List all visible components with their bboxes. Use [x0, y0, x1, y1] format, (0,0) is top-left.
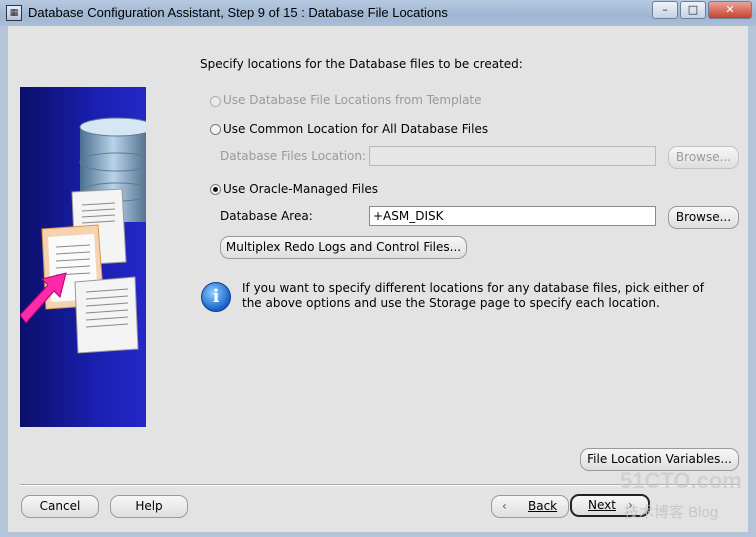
- radio-oracle-managed-files[interactable]: [210, 184, 221, 195]
- option-oracle-managed-files-label: Use Oracle-Managed Files: [223, 182, 379, 196]
- database-documents-image: [20, 117, 146, 354]
- option-common-location-label: Use Common Location for All Database Fil…: [223, 122, 489, 136]
- info-icon: i: [201, 282, 231, 312]
- browse-files-location-button[interactable]: Browse...: [668, 146, 739, 169]
- back-button[interactable]: ‹ Back: [491, 495, 569, 518]
- chevron-left-icon: ‹: [502, 499, 507, 513]
- wizard-illustration: [20, 87, 146, 427]
- window-border-bottom: [0, 532, 756, 537]
- radio-common-location[interactable]: [210, 124, 221, 135]
- cancel-button[interactable]: Cancel: [21, 495, 99, 518]
- window-border-right: [748, 26, 756, 537]
- help-button[interactable]: Help: [110, 495, 188, 518]
- radio-template-locations[interactable]: [210, 96, 221, 107]
- info-message: If you want to specify different locatio…: [242, 281, 704, 310]
- window-title: Database Configuration Assistant, Step 9…: [28, 5, 448, 20]
- option-template-locations-label: Use Database File Locations from Templat…: [223, 93, 482, 107]
- maximize-button[interactable]: □: [680, 1, 706, 19]
- minimize-button[interactable]: –: [652, 1, 678, 19]
- app-icon: ▦: [6, 5, 22, 21]
- database-area-input[interactable]: +ASM_DISK: [369, 206, 656, 226]
- browse-database-area-button[interactable]: Browse...: [668, 206, 739, 229]
- database-area-label: Database Area:: [220, 209, 313, 223]
- watermark-blog: 技术博客 Blog: [624, 504, 719, 521]
- multiplex-redo-logs-button[interactable]: Multiplex Redo Logs and Control Files...: [220, 236, 467, 259]
- back-button-label: Back: [528, 499, 558, 513]
- next-button-label: Next: [588, 498, 616, 512]
- close-button[interactable]: ✕: [708, 1, 752, 19]
- database-files-location-input[interactable]: [369, 146, 656, 166]
- watermark-logo: 51CTO.com: [620, 468, 742, 493]
- page-heading: Specify locations for the Database files…: [200, 57, 523, 71]
- title-bar: ▦ Database Configuration Assistant, Step…: [0, 0, 756, 26]
- window-border-left: [0, 26, 8, 537]
- database-files-location-label: Database Files Location:: [220, 149, 367, 163]
